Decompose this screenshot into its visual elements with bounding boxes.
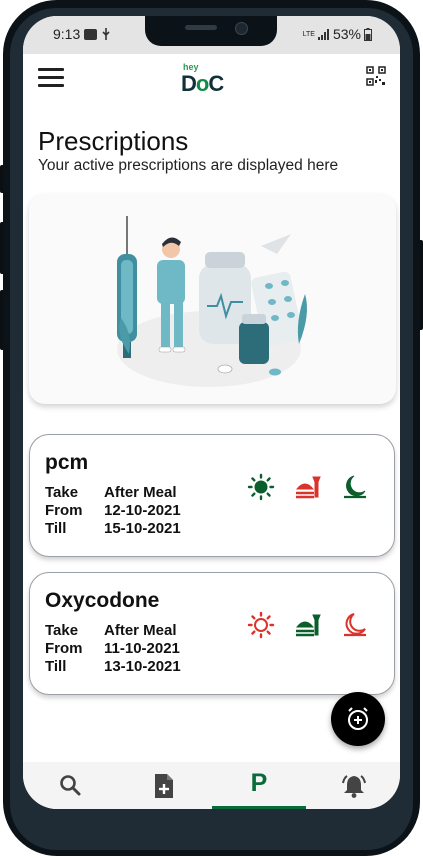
bell-icon bbox=[342, 775, 366, 798]
app-logo: hey DoC bbox=[181, 62, 243, 98]
prescriptions-nav-icon: P bbox=[250, 769, 268, 797]
bottom-navigation: P bbox=[23, 762, 400, 809]
earpiece bbox=[185, 25, 217, 30]
from-label: From bbox=[45, 640, 83, 657]
from-value: 11-10-2021 bbox=[104, 640, 180, 657]
morning-slot bbox=[247, 611, 275, 639]
nav-alerts[interactable] bbox=[306, 762, 400, 809]
search-icon bbox=[60, 775, 81, 796]
meal-icon bbox=[295, 614, 321, 637]
medicine-name: Oxycodone bbox=[45, 589, 160, 612]
front-camera bbox=[235, 22, 248, 35]
usb-icon bbox=[102, 28, 110, 40]
medicine-name: pcm bbox=[45, 451, 89, 474]
menu-button[interactable] bbox=[38, 68, 64, 88]
app-bar: hey DoC bbox=[23, 54, 400, 104]
active-tab-indicator bbox=[212, 806, 306, 809]
battery-percent: 53% bbox=[332, 26, 361, 42]
moon-icon bbox=[344, 475, 366, 499]
network-label: LTE bbox=[302, 30, 315, 38]
till-value: 15-10-2021 bbox=[104, 520, 181, 537]
app-screen: 9:13 LTE 53% hey DoC Prescriptions Your … bbox=[23, 16, 400, 809]
meal-icon bbox=[295, 476, 321, 499]
add-alarm-icon bbox=[348, 707, 368, 730]
add-document-icon bbox=[155, 774, 173, 798]
take-label: Take bbox=[45, 622, 79, 639]
sun-icon bbox=[247, 473, 275, 501]
qr-scanner-icon bbox=[366, 66, 386, 86]
page-subtitle: Your active prescriptions are displayed … bbox=[38, 157, 339, 174]
logo-doc: DoC bbox=[181, 71, 224, 96]
qr-scanner-button[interactable] bbox=[366, 66, 386, 86]
status-left: 9:13 bbox=[53, 26, 111, 42]
till-label: Till bbox=[45, 658, 67, 675]
menu-icon bbox=[38, 68, 64, 87]
prescription-card[interactable]: pcm Take After Meal From 12-10-2021 Till… bbox=[29, 434, 395, 557]
notification-icon bbox=[84, 28, 98, 40]
night-slot bbox=[340, 473, 368, 501]
till-label: Till bbox=[45, 520, 67, 537]
sun-icon bbox=[247, 611, 275, 639]
doctor-medicine-illustration bbox=[117, 216, 307, 387]
camera-notch bbox=[145, 16, 277, 46]
add-reminder-button[interactable] bbox=[331, 692, 385, 746]
illustration-card bbox=[29, 194, 396, 404]
morning-slot bbox=[247, 473, 275, 501]
signal-icon bbox=[317, 28, 329, 40]
page-title: Prescriptions bbox=[38, 126, 189, 156]
moon-icon bbox=[344, 613, 366, 637]
take-value: After Meal bbox=[104, 622, 177, 639]
afternoon-slot bbox=[294, 611, 322, 639]
from-value: 12-10-2021 bbox=[104, 502, 181, 519]
status-right: LTE 53% bbox=[303, 26, 372, 42]
nav-prescriptions[interactable]: P bbox=[212, 762, 306, 809]
from-label: From bbox=[45, 502, 83, 519]
till-value: 13-10-2021 bbox=[104, 658, 181, 675]
afternoon-slot bbox=[294, 473, 322, 501]
take-value: After Meal bbox=[104, 484, 177, 501]
prescription-card[interactable]: Oxycodone Take After Meal From 11-10-202… bbox=[29, 572, 395, 695]
status-time: 9:13 bbox=[53, 26, 81, 42]
nav-search[interactable] bbox=[23, 762, 117, 809]
nav-add-prescription[interactable] bbox=[117, 762, 211, 809]
status-bar: 9:13 LTE 53% bbox=[23, 16, 400, 54]
take-label: Take bbox=[45, 484, 79, 501]
battery-icon bbox=[364, 27, 372, 41]
night-slot bbox=[340, 611, 368, 639]
